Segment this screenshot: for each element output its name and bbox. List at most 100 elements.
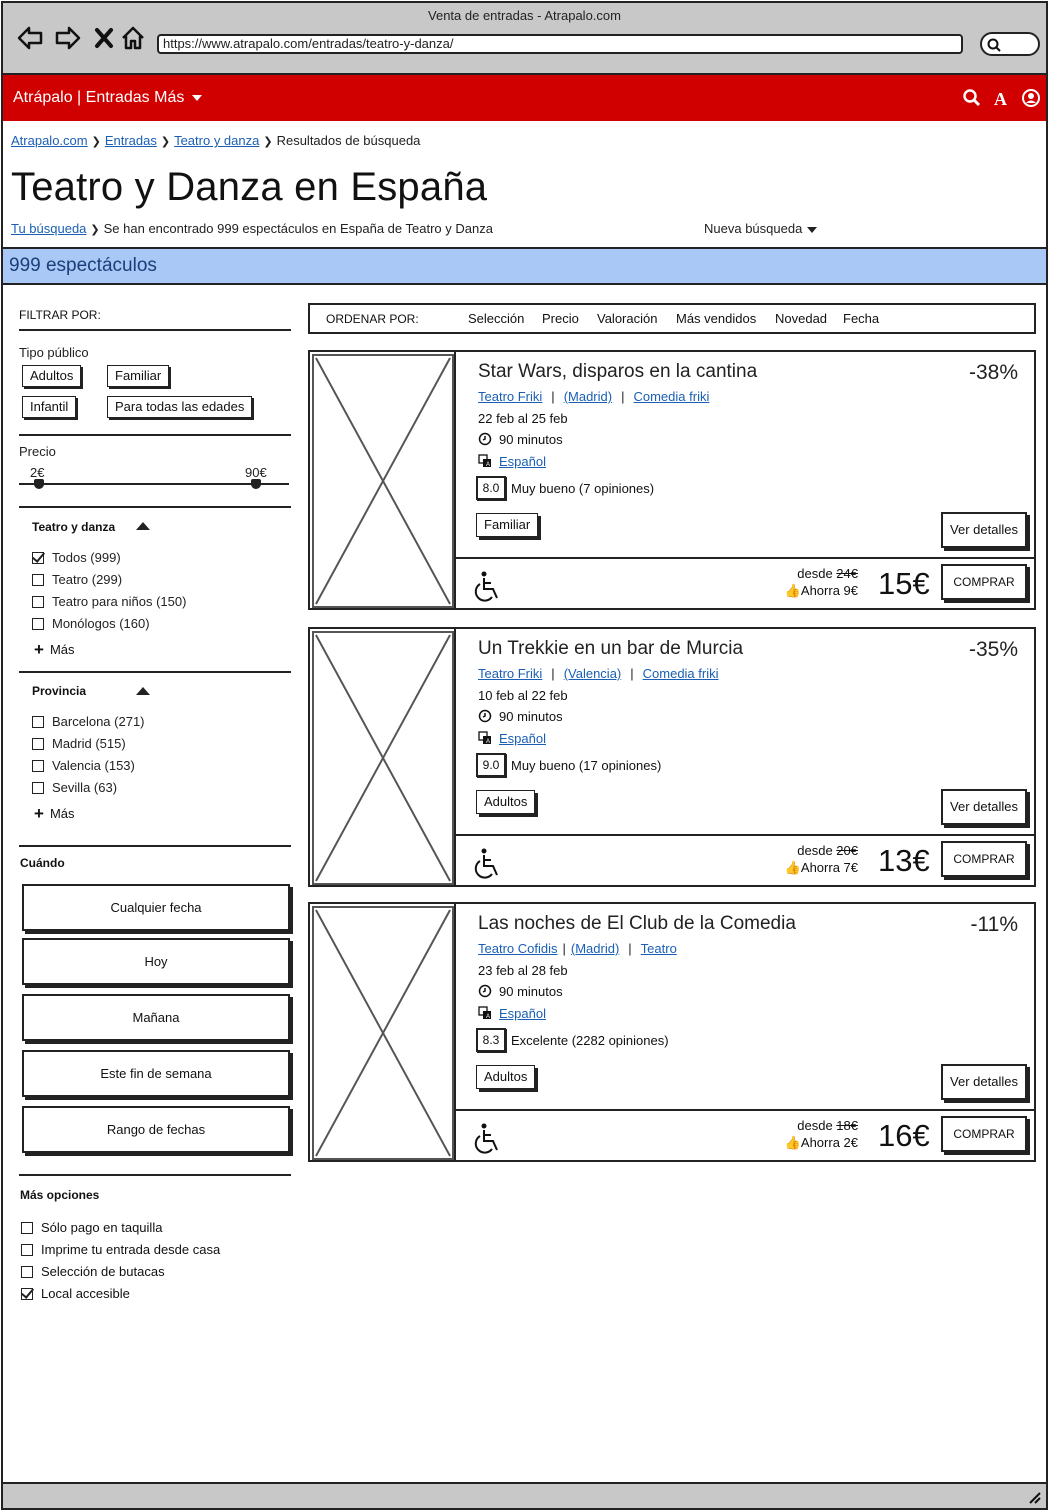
category-todos[interactable]: Todos (999) — [32, 550, 121, 565]
price-min-handle[interactable] — [34, 479, 44, 489]
venue-link[interactable]: Teatro Friki — [478, 666, 542, 681]
checkbox-checked[interactable] — [32, 552, 44, 564]
language-link[interactable]: Español — [499, 731, 546, 746]
chip-adultos[interactable]: Adultos — [22, 365, 82, 387]
option-imprime-entrada[interactable]: Imprime tu entrada desde casa — [21, 1242, 220, 1257]
search-icon[interactable] — [961, 87, 983, 109]
option-local-accesible[interactable]: Local accesible — [21, 1286, 130, 1301]
event-title[interactable]: Un Trekkie en un bar de Murcia — [478, 638, 743, 660]
brand-menu[interactable]: Atrápalo | Entradas Más — [13, 89, 203, 107]
category-teatro[interactable]: Teatro (299) — [32, 572, 122, 587]
language-link[interactable]: Español — [499, 1006, 546, 1021]
checkbox[interactable] — [32, 618, 44, 630]
event-title[interactable]: Las noches de El Club de la Comedia — [478, 913, 796, 935]
city-link[interactable]: (Valencia) — [564, 666, 622, 681]
audience-tag[interactable]: Familiar — [476, 513, 539, 537]
resize-grip-icon[interactable] — [1027, 1490, 1041, 1504]
event-dates: 22 feb al 25 feb — [478, 411, 568, 426]
category-teatro-ninos[interactable]: Teatro para niños (150) — [32, 594, 186, 609]
collapse-arrow-icon[interactable] — [136, 687, 150, 695]
province-madrid[interactable]: Madrid (515) — [32, 736, 126, 751]
forward-icon[interactable] — [53, 24, 83, 54]
checkbox[interactable] — [32, 738, 44, 750]
breadcrumb-entradas[interactable]: Entradas — [105, 133, 157, 148]
chevron-right-icon: ❯ — [90, 224, 100, 236]
sort-seleccion[interactable]: Selección — [468, 311, 524, 326]
audience-tag[interactable]: Adultos — [476, 1065, 536, 1089]
sort-valoracion[interactable]: Valoración — [597, 311, 657, 326]
genre-link[interactable]: Comedia friki — [633, 389, 709, 404]
sort-fecha[interactable]: Fecha — [843, 311, 879, 326]
checkbox[interactable] — [32, 574, 44, 586]
city-link[interactable]: (Madrid) — [564, 389, 612, 404]
search-summary-line: Tu búsqueda ❯ Se han encontrado 999 espect… — [11, 221, 493, 236]
event-image-placeholder[interactable] — [312, 354, 454, 608]
caret-down-icon — [192, 94, 203, 101]
browser-search-field[interactable] — [980, 32, 1040, 56]
category-monologos[interactable]: Monólogos (160) — [32, 616, 150, 631]
buy-button[interactable]: COMPRAR — [941, 841, 1027, 877]
stop-icon[interactable] — [89, 24, 119, 54]
chip-todas-edades[interactable]: Para todas las edades — [107, 396, 253, 418]
language-link[interactable]: Español — [499, 454, 546, 469]
date-today-button[interactable]: Hoy — [22, 938, 290, 985]
checkbox[interactable] — [32, 596, 44, 608]
breadcrumb-home[interactable]: Atrapalo.com — [11, 133, 88, 148]
home-icon[interactable] — [118, 24, 148, 54]
province-barcelona[interactable]: Barcelona (271) — [32, 714, 145, 729]
from-label: desde — [797, 843, 833, 858]
checkbox-checked[interactable] — [21, 1288, 33, 1300]
buy-button[interactable]: COMPRAR — [941, 564, 1027, 600]
chip-infantil[interactable]: Infantil — [22, 396, 77, 418]
details-button[interactable]: Ver detalles — [941, 789, 1027, 825]
checkbox[interactable] — [21, 1244, 33, 1256]
back-icon[interactable] — [15, 24, 45, 54]
sort-mas-vendidos[interactable]: Más vendidos — [676, 311, 756, 326]
details-button[interactable]: Ver detalles — [941, 1064, 1027, 1100]
date-tomorrow-button[interactable]: Mañana — [22, 994, 290, 1041]
city-link[interactable]: (Madrid) — [571, 941, 619, 956]
genre-link[interactable]: Teatro — [641, 941, 677, 956]
province-valencia[interactable]: Valencia (153) — [32, 758, 135, 773]
province-more-link[interactable]: + Más — [34, 804, 75, 824]
window-title: Venta de entradas - Atrapalo.com — [428, 8, 621, 23]
checkbox[interactable] — [32, 782, 44, 794]
province-sevilla[interactable]: Sevilla (63) — [32, 780, 117, 795]
date-range-button[interactable]: Rango de fechas — [22, 1106, 290, 1153]
breadcrumb-teatro-danza[interactable]: Teatro y danza — [174, 133, 259, 148]
category-more-link[interactable]: + Más — [34, 640, 75, 660]
sort-novedad[interactable]: Novedad — [775, 311, 827, 326]
breadcrumb: Atrapalo.com ❯ Entradas ❯ Teatro y danza ❯ Res… — [11, 133, 420, 148]
audience-tag[interactable]: Adultos — [476, 790, 536, 814]
option-pago-taquilla[interactable]: Sólo pago en taquilla — [21, 1220, 162, 1235]
date-weekend-button[interactable]: Este fin de semana — [22, 1050, 290, 1097]
price-max-handle[interactable] — [251, 479, 261, 489]
genre-link[interactable]: Comedia friki — [643, 666, 719, 681]
discount-badge: -38% — [968, 361, 1018, 384]
date-any-button[interactable]: Cualquier fecha — [22, 884, 290, 931]
checkbox[interactable] — [32, 760, 44, 772]
event-title[interactable]: Star Wars, disparos en la cantina — [478, 361, 757, 383]
sort-precio[interactable]: Precio — [542, 311, 579, 326]
venue-link[interactable]: Teatro Cofidis — [478, 941, 557, 956]
price-slider-track[interactable] — [19, 483, 289, 485]
checkbox[interactable] — [21, 1266, 33, 1278]
font-size-icon[interactable]: A — [991, 87, 1013, 109]
results-count-bar: 999 espectáculos — [3, 247, 1046, 285]
event-image-placeholder[interactable] — [312, 906, 454, 1160]
venue-link[interactable]: Teatro Friki — [478, 389, 542, 404]
translate-icon: A — [478, 1006, 491, 1020]
checkbox[interactable] — [21, 1222, 33, 1234]
new-search-dropdown[interactable]: Nueva búsqueda — [704, 221, 818, 236]
url-input[interactable]: https://www.atrapalo.com/entradas/teatro… — [157, 34, 963, 54]
user-account-icon[interactable] — [1020, 87, 1042, 109]
event-image-placeholder[interactable] — [312, 631, 454, 885]
option-seleccion-butacas[interactable]: Selección de butacas — [21, 1264, 165, 1279]
buy-button[interactable]: COMPRAR — [941, 1116, 1027, 1152]
checkbox[interactable] — [32, 716, 44, 728]
your-search-link[interactable]: Tu búsqueda — [11, 221, 86, 236]
details-button[interactable]: Ver detalles — [941, 512, 1027, 548]
event-dates: 23 feb al 28 feb — [478, 963, 568, 978]
chip-familiar[interactable]: Familiar — [107, 365, 170, 387]
collapse-arrow-icon[interactable] — [136, 522, 150, 530]
